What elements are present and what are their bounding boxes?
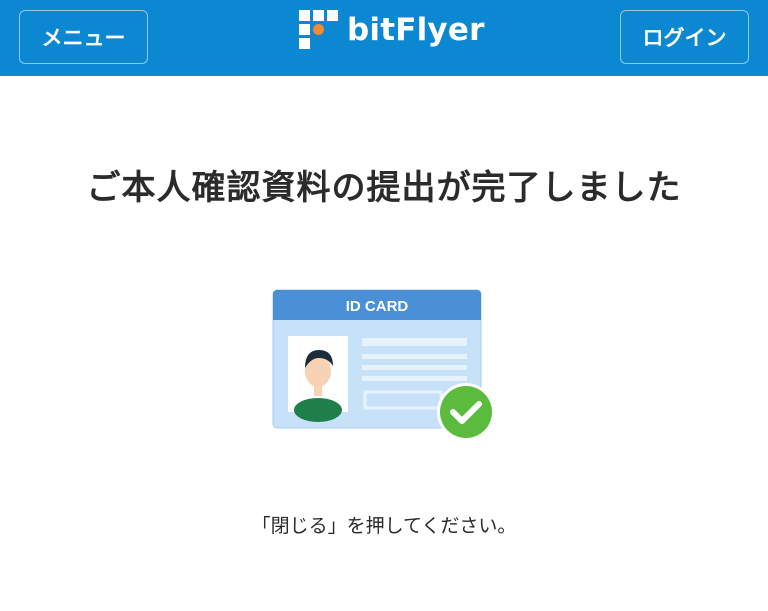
id-card-icon: ID CARD: [272, 289, 495, 441]
check-icon: [437, 383, 495, 441]
close-instruction: 「閉じる」を押してください。: [251, 515, 517, 537]
bitflyer-logo-icon: [299, 10, 338, 49]
top-bar: メニュー bitFlyer ログイン: [0, 0, 768, 76]
menu-button[interactable]: メニュー: [19, 10, 148, 64]
card-label: ID CARD: [346, 298, 409, 315]
login-button[interactable]: ログイン: [620, 10, 749, 64]
menu-button-label: メニュー: [41, 26, 126, 50]
page-title: ご本人確認資料の提出が完了しました: [86, 168, 682, 208]
brand-name: bitFlyer: [347, 12, 485, 48]
brand-logo[interactable]: bitFlyer: [299, 9, 485, 51]
login-button-label: ログイン: [642, 26, 727, 50]
